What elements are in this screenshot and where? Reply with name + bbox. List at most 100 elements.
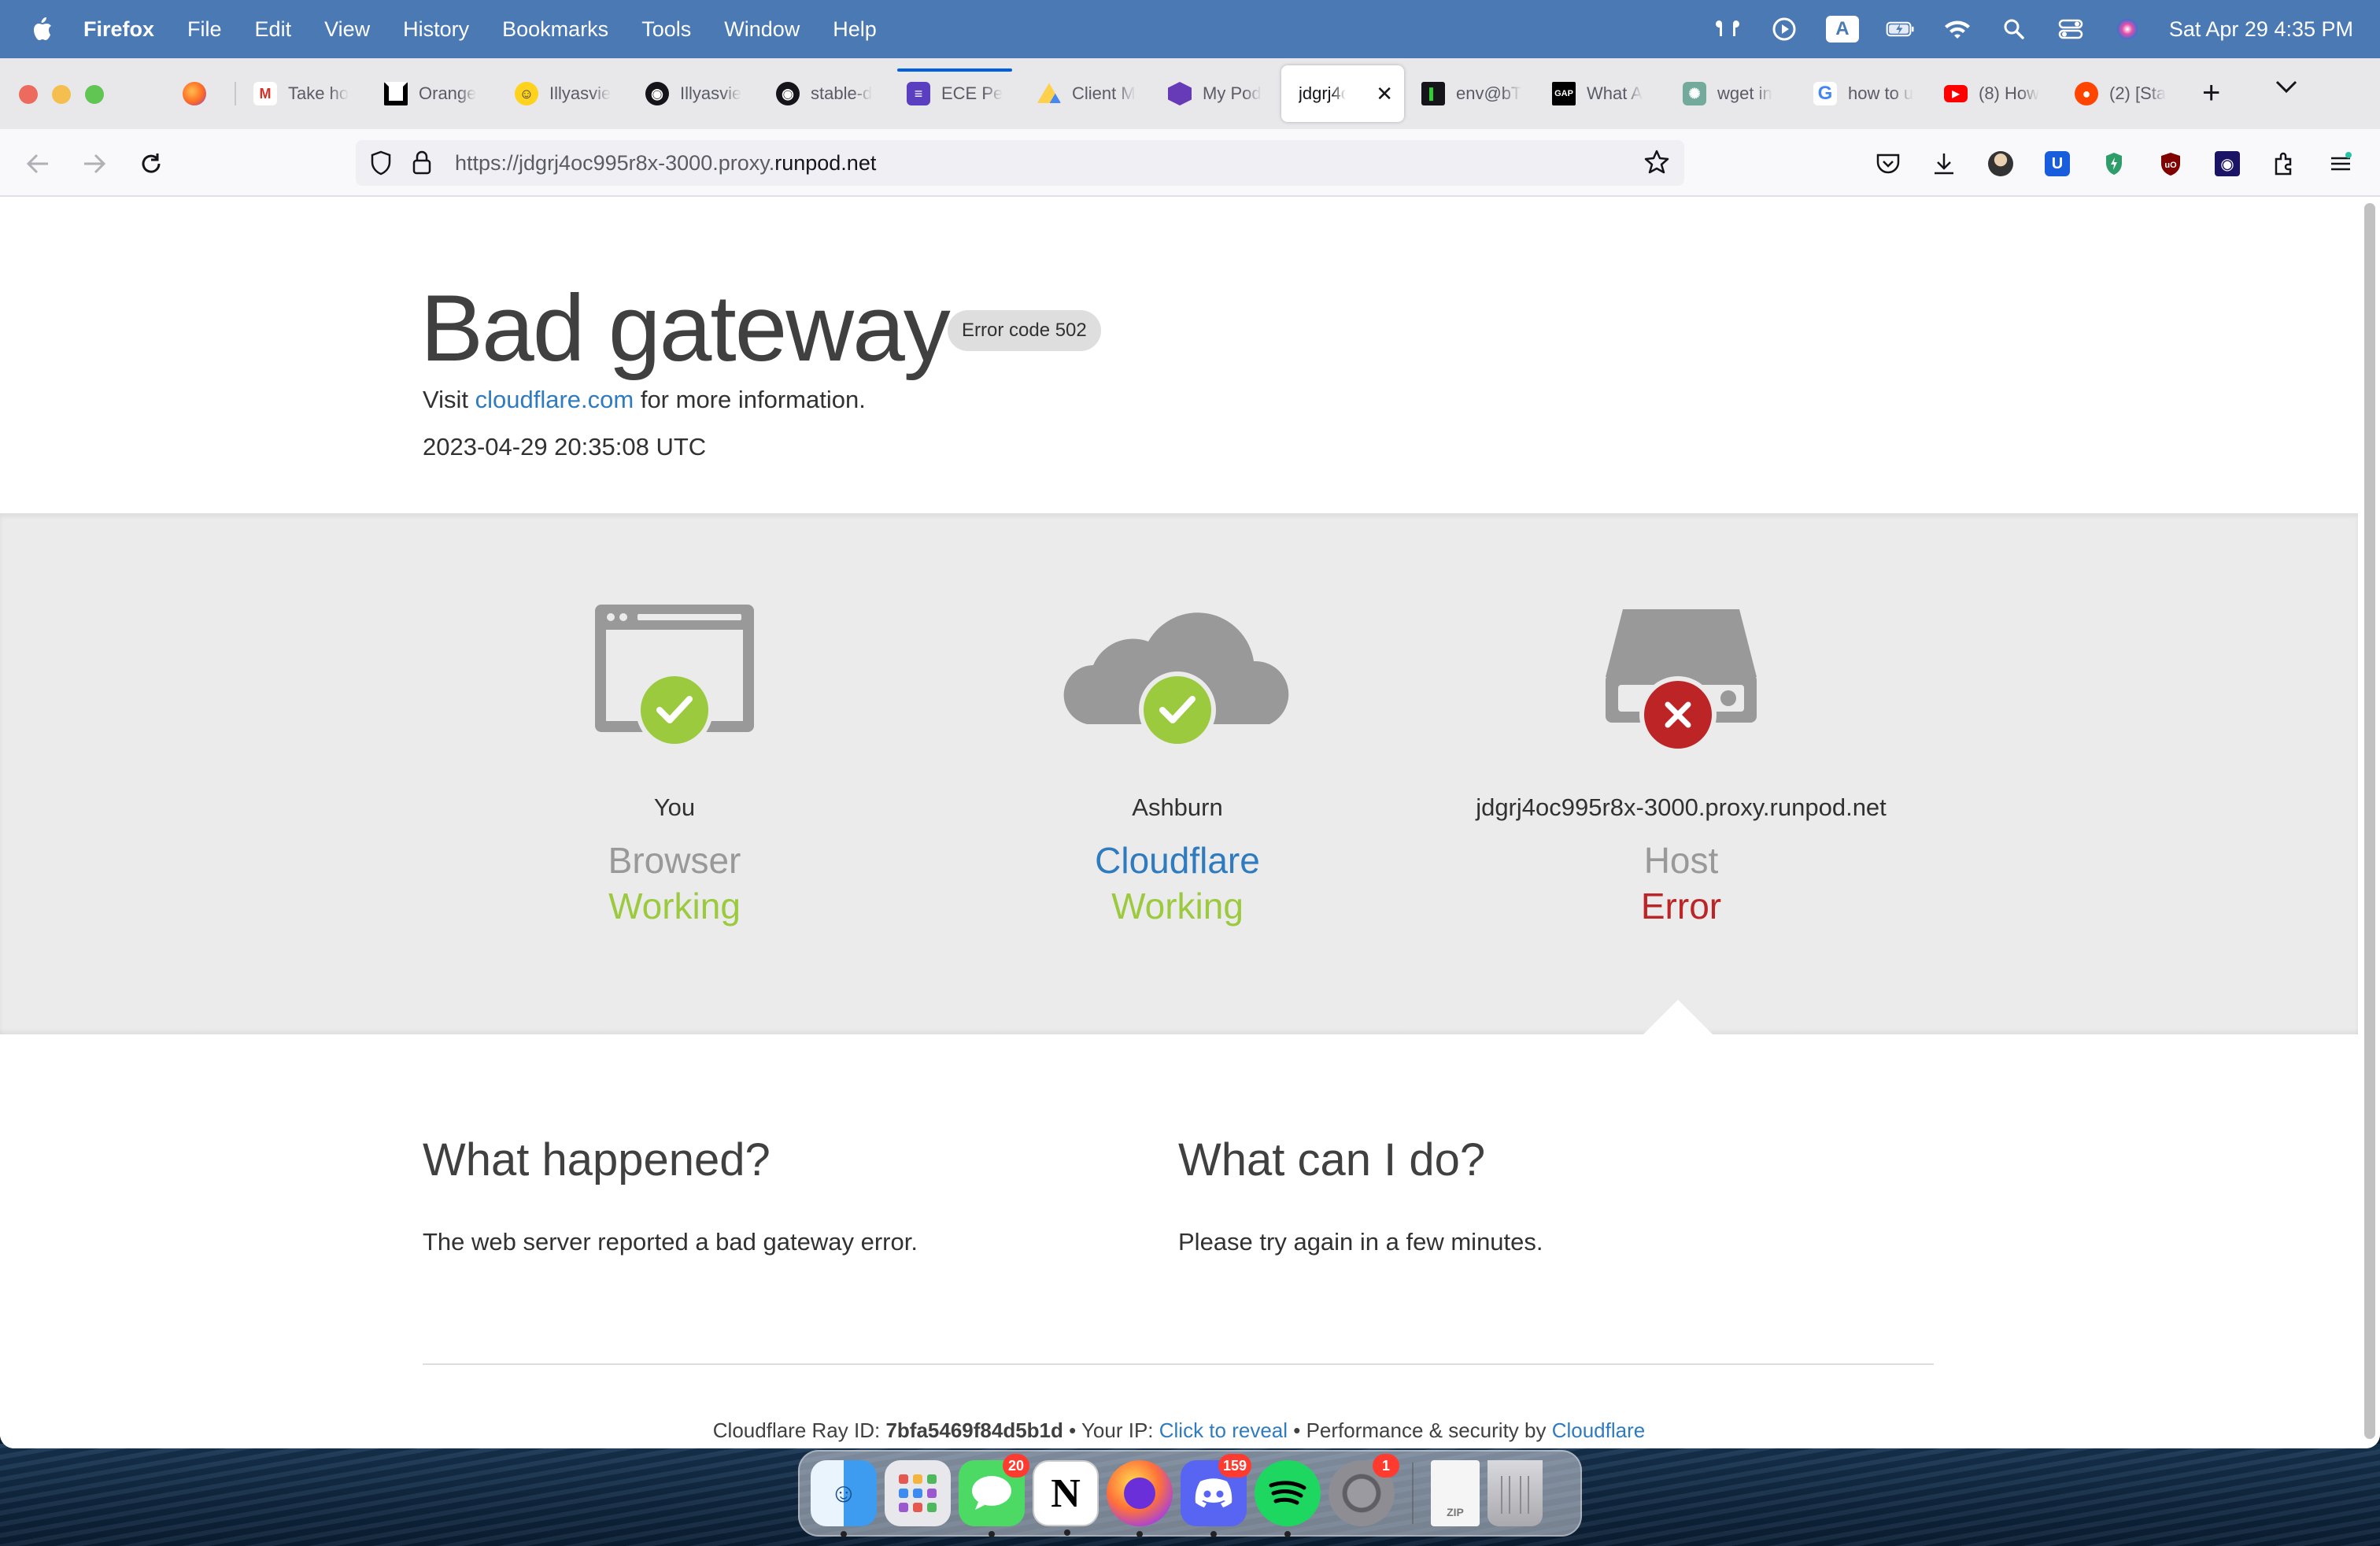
account-avatar-icon[interactable]	[1983, 146, 2018, 181]
what-happened-heading: What happened?	[423, 1134, 771, 1185]
app-menu-hamburger-icon[interactable]	[2323, 146, 2358, 181]
what-can-i-do-text: Please try again in a few minutes.	[1178, 1228, 1543, 1256]
github-icon: ◉	[776, 82, 800, 105]
input-source-icon[interactable]: A	[1825, 16, 1859, 43]
messages-icon[interactable]: 20	[959, 1454, 1029, 1537]
menu-bookmarks[interactable]: Bookmarks	[502, 17, 608, 42]
footer-cloudflare-link[interactable]: Cloudflare	[1552, 1418, 1646, 1442]
tracking-protection-shield-icon[interactable]	[368, 150, 394, 180]
tab-label: env@bT	[1456, 83, 1522, 103]
new-tab-button[interactable]: +	[2202, 76, 2220, 111]
apple-menu-icon[interactable]	[0, 16, 83, 43]
status-location: jdgrj4oc995r8x-3000.proxy.runpod.net	[1476, 793, 1887, 821]
gap-icon: GAP	[1552, 82, 1576, 105]
forward-button[interactable]	[77, 146, 112, 181]
app-name-menu[interactable]: Firefox	[83, 17, 154, 42]
reveal-ip-link[interactable]: Click to reveal	[1159, 1418, 1288, 1442]
scrollbar-thumb[interactable]	[2364, 203, 2375, 1439]
shield-extension-icon[interactable]	[2097, 146, 2131, 181]
tab-label: (2) [Sta	[2109, 83, 2167, 103]
notion-icon[interactable]: N	[1033, 1460, 1099, 1536]
control-center-icon[interactable]	[2056, 14, 2086, 44]
cloudflare-link[interactable]: cloudflare.com	[475, 386, 634, 413]
status-state: Working	[608, 886, 741, 926]
youtube-icon: ▶	[1944, 85, 1968, 102]
tab-github-1[interactable]: ◉ Illyasvie	[628, 65, 759, 122]
orange-square-icon	[384, 82, 408, 105]
tab-gap[interactable]: GAP What A	[1535, 65, 1665, 122]
ip-label: • Your IP:	[1062, 1418, 1159, 1442]
airpods-icon[interactable]	[1713, 14, 1743, 44]
tab-huggingface[interactable]: ☺ Illyasvie	[497, 65, 628, 122]
system-settings-icon[interactable]: 1	[1329, 1454, 1399, 1526]
lock-icon[interactable]	[411, 150, 433, 180]
bitwarden-icon[interactable]: U	[2040, 146, 2075, 181]
address-bar[interactable]: https://jdgrj4oc995r8x-3000.proxy.runpod…	[356, 140, 1684, 186]
pocket-icon[interactable]	[1871, 146, 1905, 181]
tab-reddit[interactable]: ● (2) [Sta	[2057, 65, 2188, 122]
downloads-icon[interactable]	[1927, 146, 1961, 181]
menu-tools[interactable]: Tools	[641, 17, 691, 42]
list-all-tabs-icon[interactable]	[2275, 79, 2298, 98]
eye-extension-icon[interactable]: ◉	[2210, 146, 2245, 181]
tab-firefox-view[interactable]	[165, 65, 235, 122]
finder-icon[interactable]: ☺	[811, 1460, 877, 1537]
error-code-badge: Error code 502	[948, 310, 1101, 351]
tab-google[interactable]: G how to u	[1796, 65, 1927, 122]
menu-help[interactable]: Help	[833, 17, 877, 42]
close-tab-icon[interactable]: ✕	[1376, 82, 1393, 106]
siri-icon[interactable]	[2112, 14, 2142, 44]
google-icon: G	[1813, 82, 1837, 105]
tab-terminal[interactable]: ▌ env@bT	[1404, 65, 1535, 122]
tab-orange[interactable]: Orange	[367, 65, 497, 122]
back-button[interactable]	[20, 146, 55, 181]
bookmark-star-icon[interactable]	[1643, 149, 1670, 179]
browser-window-icon	[423, 598, 926, 779]
error-header: Bad gateway Error code 502 Visit cloudfl…	[0, 198, 2358, 513]
window-close-button[interactable]	[19, 85, 38, 104]
tab-google-drive[interactable]: Client M	[1020, 65, 1151, 122]
battery-charging-icon[interactable]	[1886, 14, 1916, 44]
page-scrollbar[interactable]	[2358, 198, 2380, 1448]
browser-window: M Take ho Orange ☺ Illyasvie ◉ Illyasvie…	[0, 58, 2380, 1448]
tab-chatgpt[interactable]: ✺ wget in	[1665, 65, 1796, 122]
menu-view[interactable]: View	[324, 17, 370, 42]
tab-label: Client M	[1072, 83, 1136, 103]
reload-button[interactable]	[134, 146, 168, 181]
wifi-icon[interactable]	[1942, 14, 1972, 44]
explanation-section: What happened? The web server reported a…	[0, 1034, 2358, 1448]
firefox-icon[interactable]	[1107, 1460, 1173, 1537]
status-location: Ashburn	[1132, 793, 1223, 821]
spotify-icon[interactable]	[1255, 1460, 1321, 1537]
zip-archive-icon[interactable]: ZIP	[1431, 1460, 1480, 1526]
terminal-icon: ▌	[1421, 82, 1445, 105]
tab-ece[interactable]: ≡ ECE Pe	[889, 65, 1020, 122]
tab-my-pod[interactable]: My Pod	[1151, 65, 1281, 122]
huggingface-icon: ☺	[515, 82, 538, 105]
discord-icon[interactable]: 159	[1181, 1454, 1251, 1537]
tab-youtube[interactable]: ▶ (8) How	[1927, 65, 2057, 122]
settings-badge: 1	[1373, 1454, 1399, 1478]
menu-file[interactable]: File	[187, 17, 222, 42]
status-cloudflare: Ashburn Cloudflare Working	[926, 598, 1429, 927]
tab-github-2[interactable]: ◉ stable-d	[759, 65, 889, 122]
menubar-clock[interactable]: Sat Apr 29 4:35 PM	[2169, 17, 2353, 42]
running-indicator	[841, 1531, 847, 1537]
ublock-origin-icon[interactable]: uO	[2153, 146, 2188, 181]
now-playing-icon[interactable]	[1769, 14, 1799, 44]
status-host: jdgrj4oc995r8x-3000.proxy.runpod.net Hos…	[1429, 598, 1933, 927]
tab-label: how to u	[1848, 83, 1914, 103]
window-zoom-button[interactable]	[85, 85, 104, 104]
tab-gmail[interactable]: M Take ho	[236, 65, 367, 122]
menu-window[interactable]: Window	[724, 17, 800, 42]
spotlight-search-icon[interactable]	[1999, 14, 2029, 44]
tab-active-runpod[interactable]: jdgrj4oc9 ✕	[1281, 65, 1404, 122]
extensions-puzzle-icon[interactable]	[2267, 146, 2301, 181]
menu-edit[interactable]: Edit	[255, 17, 292, 42]
launchpad-icon[interactable]	[885, 1460, 951, 1526]
navigation-toolbar: https://jdgrj4oc995r8x-3000.proxy.runpod…	[0, 129, 2380, 197]
window-minimize-button[interactable]	[52, 85, 71, 104]
trash-icon[interactable]	[1488, 1460, 1543, 1526]
status-state: Error	[1640, 886, 1722, 926]
menu-history[interactable]: History	[403, 17, 469, 42]
